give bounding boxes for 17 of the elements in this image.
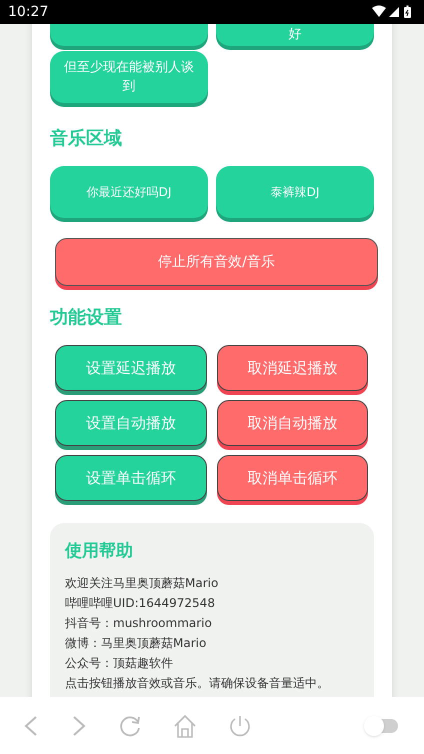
help-text: 抖音号：mushroommario [65,614,213,632]
status-time: 10:27 [8,2,48,22]
help-title: 使用帮助 [65,540,134,563]
sound-button[interactable]: 好 [216,24,374,46]
help-text: 欢迎关注马里奥顶蘑菇Mario [65,574,220,592]
music-button[interactable]: 泰裤辣DJ [216,166,374,218]
section-title: 音乐区域 [50,127,123,151]
help-text: 点击按钮播放音效或音乐。请确保设备音量适中。 [65,674,330,692]
help-text: 哔哩哔哩UID:1644972548 [65,594,216,612]
section-title: 功能设置 [50,306,123,330]
power-icon[interactable] [228,714,252,738]
sound-button[interactable]: 但至少现在能被别人谈到 [50,51,208,103]
home-icon[interactable] [172,712,198,738]
help-text: 微博：马里奥顶蘑菇Mario [65,634,208,652]
help-text: 公众号：顶菇趣软件 [65,654,174,672]
refresh-icon[interactable] [118,714,142,738]
music-button[interactable]: 你最近还好吗DJ [50,166,208,218]
